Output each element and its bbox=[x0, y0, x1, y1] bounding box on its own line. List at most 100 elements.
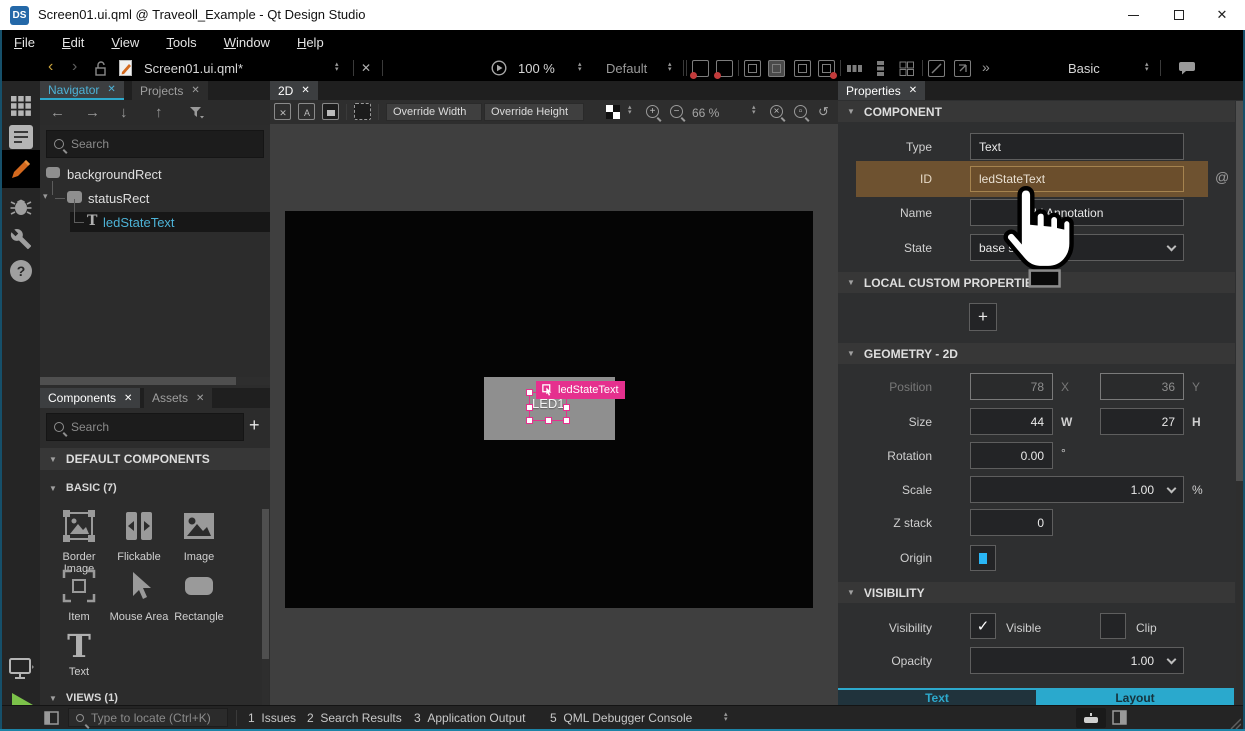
export-icon[interactable] bbox=[954, 60, 971, 77]
menu-view[interactable]: View bbox=[111, 35, 139, 50]
kit-stepper-icon[interactable]: ▴▾ bbox=[1145, 62, 1149, 72]
design-mode-button[interactable] bbox=[2, 150, 40, 188]
subtab-layout[interactable]: Layout bbox=[1036, 690, 1234, 705]
components-vscrollbar[interactable] bbox=[262, 509, 269, 705]
menu-window[interactable]: Window bbox=[224, 35, 270, 50]
edit-document-icon[interactable] bbox=[118, 59, 134, 77]
navigator-search-input[interactable] bbox=[71, 137, 256, 151]
section-visibility[interactable]: ▼VISIBILITY bbox=[838, 582, 1235, 603]
back-icon[interactable]: ‹ bbox=[48, 58, 53, 76]
component-flickable[interactable]: Flickable bbox=[108, 509, 170, 563]
origin-button[interactable] bbox=[970, 545, 996, 571]
rows-view-icon[interactable] bbox=[872, 60, 889, 77]
component-item[interactable]: Item bbox=[48, 569, 110, 623]
close-tab-icon[interactable]: ✕ bbox=[196, 393, 204, 404]
tab-projects[interactable]: Projects✕ bbox=[132, 81, 208, 100]
comment-icon[interactable] bbox=[1178, 61, 1196, 75]
close-tab-icon[interactable]: ✕ bbox=[909, 85, 917, 96]
zoom-selection-icon[interactable]: × bbox=[770, 105, 783, 118]
filter-icon[interactable] bbox=[190, 107, 204, 119]
grid-view-icon[interactable] bbox=[898, 60, 915, 77]
component-rectangle[interactable]: Rectangle bbox=[168, 569, 230, 623]
properties-vscrollbar[interactable] bbox=[1236, 101, 1243, 705]
open-file-name[interactable]: Screen01.ui.qml* bbox=[144, 61, 243, 76]
scrollbar-thumb[interactable] bbox=[1236, 101, 1243, 481]
help-button[interactable]: ? bbox=[2, 253, 40, 289]
unlock-icon[interactable] bbox=[94, 61, 108, 76]
size-w-field[interactable]: 44 bbox=[970, 408, 1053, 435]
move-left-icon[interactable]: ← bbox=[50, 104, 65, 121]
section-default-components[interactable]: ▼DEFAULT COMPONENTS bbox=[40, 448, 270, 470]
run-zoom-value[interactable]: 100 % bbox=[518, 61, 555, 76]
file-stepper-icon[interactable]: ▴▾ bbox=[335, 62, 339, 72]
output-pane-stepper-icon[interactable]: ▴▾ bbox=[724, 712, 728, 722]
hide-output-button[interactable] bbox=[1076, 708, 1106, 728]
background-color-swatch[interactable] bbox=[606, 105, 620, 119]
minimize-button[interactable] bbox=[1110, 0, 1156, 30]
annotation-edit-icon[interactable] bbox=[928, 60, 945, 77]
tree-item-backgroundRect[interactable]: backgroundRect bbox=[67, 167, 162, 182]
component-image[interactable]: Image bbox=[168, 509, 230, 563]
resize-handle[interactable] bbox=[526, 417, 533, 424]
reset-view-icon[interactable]: ↺ bbox=[818, 104, 829, 120]
no-snapping-icon[interactable]: ✕ bbox=[274, 103, 291, 120]
close-tab-icon[interactable]: ✕ bbox=[191, 85, 199, 96]
style-stepper-icon[interactable]: ▴▾ bbox=[668, 62, 672, 72]
add-property-button[interactable]: + bbox=[969, 303, 997, 331]
close-tab-icon[interactable]: ✕ bbox=[124, 393, 132, 404]
output-pane-application-output[interactable]: 3 Application Output bbox=[414, 711, 525, 725]
position-y-field[interactable]: 36 bbox=[1100, 373, 1184, 400]
tab-assets[interactable]: Assets✕ bbox=[144, 388, 212, 408]
show-bounds-icon[interactable] bbox=[354, 103, 371, 120]
output-pane-qml-debugger[interactable]: 5 QML Debugger Console bbox=[550, 711, 692, 725]
zoom-out-icon[interactable]: − bbox=[670, 105, 683, 118]
close-button[interactable]: ✕ bbox=[1199, 0, 1245, 30]
edit-component-icon[interactable] bbox=[716, 60, 733, 77]
toggle-left-panel-icon[interactable] bbox=[44, 711, 59, 725]
navigator-hscrollbar[interactable] bbox=[40, 377, 270, 385]
projects-kits-button[interactable] bbox=[2, 221, 40, 257]
run-icon[interactable] bbox=[491, 60, 507, 76]
move-right-icon[interactable]: → bbox=[85, 104, 100, 121]
component-text[interactable]: T Text bbox=[48, 629, 110, 678]
menu-help[interactable]: Help bbox=[297, 35, 324, 50]
swatch-stepper-icon[interactable]: ▴▾ bbox=[628, 105, 632, 115]
component-border-image[interactable]: Border Image bbox=[48, 509, 110, 575]
override-width-input[interactable] bbox=[393, 106, 475, 118]
maximize-button[interactable] bbox=[1156, 0, 1202, 30]
tab-properties[interactable]: Properties✕ bbox=[838, 81, 925, 100]
locate-input[interactable] bbox=[91, 711, 220, 725]
type-field[interactable]: Text bbox=[970, 133, 1184, 160]
output-pane-search-results[interactable]: 2 Search Results bbox=[307, 711, 402, 725]
move-down-icon[interactable]: ↓ bbox=[120, 104, 128, 121]
expand-arrow-icon[interactable]: ▾ bbox=[43, 191, 48, 202]
move-up-icon[interactable]: ↑ bbox=[155, 104, 163, 121]
zoom-fit-icon[interactable]: ▫ bbox=[794, 105, 807, 118]
wrap-filled-icon[interactable] bbox=[768, 60, 785, 77]
tab-components[interactable]: Components✕ bbox=[40, 388, 140, 408]
scale-dropdown[interactable]: 1.00 bbox=[970, 476, 1184, 503]
canvas-zoom-value[interactable]: 66 % bbox=[692, 106, 719, 120]
output-pane-issues[interactable]: 1 Issues bbox=[248, 711, 296, 725]
subtab-text[interactable]: Text bbox=[838, 690, 1036, 705]
zoom-stepper-icon[interactable]: ▴▾ bbox=[578, 62, 582, 72]
toolbar-overflow[interactable]: » bbox=[982, 59, 990, 75]
close-tab-icon[interactable]: ✕ bbox=[301, 85, 309, 96]
add-module-button[interactable]: + bbox=[249, 415, 260, 436]
visible-checkbox[interactable]: ✓ bbox=[970, 613, 996, 639]
close-tab-icon[interactable]: ✕ bbox=[107, 84, 115, 95]
component-mouse-area[interactable]: Mouse Area bbox=[108, 569, 170, 623]
section-views[interactable]: ▼VIEWS (1) bbox=[40, 691, 270, 705]
close-document-icon[interactable]: ✕ bbox=[361, 61, 371, 75]
clip-checkbox[interactable] bbox=[1100, 613, 1126, 639]
tree-item-statusRect[interactable]: statusRect bbox=[88, 191, 149, 206]
zoom-in-icon[interactable]: + bbox=[646, 105, 659, 118]
resize-handle[interactable] bbox=[526, 404, 533, 411]
canvas-zoom-stepper-icon[interactable]: ▴▾ bbox=[752, 105, 756, 115]
tab-navigator[interactable]: Navigator✕ bbox=[40, 81, 124, 100]
components-search-input[interactable] bbox=[71, 420, 236, 434]
style-select[interactable]: Default bbox=[606, 61, 647, 76]
resize-handle[interactable] bbox=[563, 417, 570, 424]
position-x-field[interactable]: 78 bbox=[970, 373, 1053, 400]
annotation-at-icon[interactable]: @ bbox=[1215, 169, 1229, 185]
